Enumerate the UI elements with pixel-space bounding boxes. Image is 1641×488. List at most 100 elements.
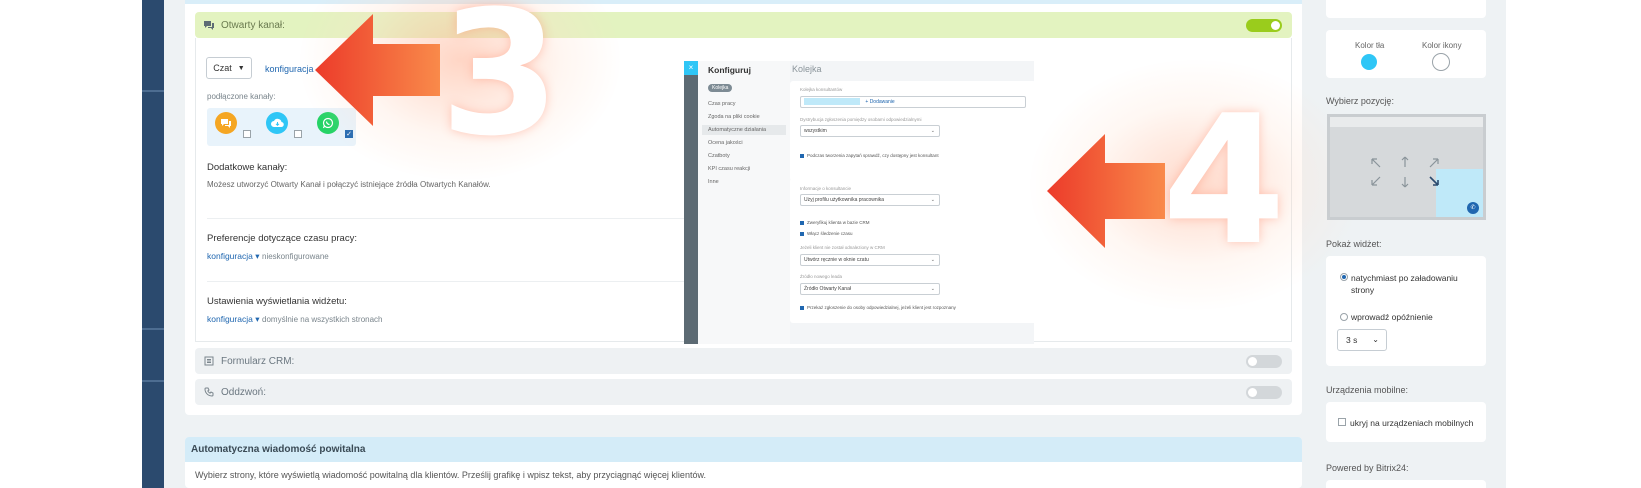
color-panel [1326, 30, 1486, 78]
inset-menu-title: Konfiguruj [708, 65, 751, 75]
inset-label: Kolejka konsultantów [800, 87, 843, 92]
inset-menu-item: Ocena jakości [708, 140, 743, 146]
connected-channels-box: ✓ [207, 108, 356, 146]
cloud-download-icon[interactable] [266, 112, 288, 134]
position-arrows-icon [1371, 156, 1439, 188]
inset-menu-item: KPI czasu reakcji [708, 166, 751, 172]
left-nav-strip [142, 0, 164, 488]
channel-checkbox[interactable] [243, 130, 251, 138]
inset-label: Informacje o konsultancie [800, 186, 852, 191]
mobile-hide-checkbox[interactable] [1338, 418, 1346, 426]
annotation-number-4: 4 [1162, 77, 1286, 284]
phone-icon [203, 386, 215, 398]
callback-toggle[interactable] [1246, 386, 1282, 399]
show-immediate-label: natychmiast po załadowaniu strony [1351, 273, 1458, 295]
toggle-knob [1248, 388, 1257, 397]
show-widget-label: Pokaż widżet: [1326, 239, 1382, 249]
open-channel-toggle[interactable] [1246, 19, 1282, 32]
inset-user-chip [804, 98, 860, 106]
delay-select[interactable]: 3 s ⌄ [1337, 329, 1387, 351]
work-hours-value: nieskonfigurowane [262, 252, 329, 261]
sidebar-panel-top [1326, 0, 1486, 18]
inset-left-bar: × [684, 61, 698, 344]
callback-title: Oddzwoń: [221, 386, 267, 398]
mobile-hide-label: ukryj na urządzeniach mobilnych [1350, 418, 1474, 428]
inset-queue-field: + Dodawanie [800, 96, 1026, 108]
extra-channels-desc: Możesz utworzyć Otwarty Kanał i połączyć… [207, 180, 491, 189]
widget-display-title: Ustawienia wyświetlania widżetu: [207, 296, 347, 307]
bg-color-swatch[interactable] [1361, 54, 1377, 70]
position-browser-bar [1330, 117, 1483, 127]
show-immediate-radio[interactable] [1340, 273, 1348, 281]
show-delay-radio[interactable] [1340, 313, 1348, 321]
powered-panel [1326, 480, 1486, 488]
chevron-down-icon: ⌄ [1372, 335, 1379, 344]
auto-message-desc: Wybierz strony, które wyświetlą wiadomoś… [195, 470, 706, 480]
inset-checkbox: Włącz śledzenie czasu [800, 231, 853, 236]
position-label: Wybierz pozycję: [1326, 96, 1394, 106]
open-channel-config-link[interactable]: konfiguracja [265, 64, 314, 74]
divider [207, 218, 685, 219]
delay-value: 3 s [1346, 335, 1358, 345]
work-hours-title: Preferencje dotyczące czasu pracy: [207, 233, 357, 244]
icon-color-label: Kolor ikony [1422, 41, 1462, 50]
powered-label: Powered by Bitrix24: [1326, 463, 1409, 473]
card-top-border [185, 0, 1302, 4]
inset-menu-item: Czatboty [708, 153, 730, 159]
toggle-knob [1248, 357, 1257, 366]
inset-label: Źródło nowego leada [800, 274, 843, 279]
inset-checkbox: Zweryfikuj klienta w bazie CRM [800, 220, 870, 225]
icon-color-swatch[interactable] [1432, 53, 1450, 71]
inset-select: Użyj profilu użytkownika pracownika ⌄ [800, 194, 940, 206]
inset-menu-item: Inne [708, 179, 719, 185]
chat-bubble-icon[interactable] [215, 112, 237, 134]
crm-form-toggle[interactable] [1246, 355, 1282, 368]
widget-display-value: domyślnie na wszystkich stronach [262, 315, 383, 324]
callback-header[interactable]: Oddzwoń: [195, 379, 1292, 405]
toggle-knob [1271, 21, 1280, 30]
open-channel-title: Otwarty kanał: [221, 19, 285, 31]
channel-checkbox[interactable] [294, 130, 302, 138]
inset-menu-item: Zgoda na pliki cookie [708, 114, 760, 120]
inset-menu-active: Kolejka [708, 84, 733, 92]
widget-phone-icon: ✆ [1467, 202, 1479, 214]
crm-form-header[interactable]: Formularz CRM: [195, 348, 1292, 374]
inset-menu-item: Czas pracy [708, 101, 736, 107]
inset-label: Dystrybucja zgłoszenia pomiędzy osobami … [800, 117, 922, 122]
nav-divider [142, 380, 164, 382]
widget-display-config-link[interactable]: konfiguracja ▾ [207, 314, 259, 325]
open-channel-header[interactable]: Otwarty kanał: [195, 12, 1292, 38]
channel-checkbox[interactable]: ✓ [345, 130, 353, 138]
divider [207, 281, 685, 282]
nav-divider [142, 90, 164, 92]
auto-message-title: Automatyczna wiadomość powitalna [185, 437, 1302, 462]
channel-type-select[interactable]: Czat ▼ [206, 57, 252, 79]
inset-select: wszystkim ⌄ [800, 125, 940, 137]
bg-color-label: Kolor tła [1355, 41, 1385, 50]
extra-channels-title: Dodatkowe kanały: [207, 162, 288, 173]
inset-select: Źródło Otwarty Kanał ⌄ [800, 283, 940, 295]
inset-header: Kolejka [792, 64, 822, 74]
inset-label: Jeżeli klient nie został odnaleziony w C… [800, 245, 885, 250]
chat-icon [203, 19, 215, 31]
inset-panel-info: Informacje o konsultancie Użyj profilu u… [790, 178, 1034, 323]
crm-form-title: Formularz CRM: [221, 355, 295, 367]
inset-add: + Dodawanie [865, 99, 895, 105]
connected-channels-label: podłączone kanały: [207, 92, 276, 101]
position-picker[interactable]: ✆ [1327, 114, 1486, 220]
work-hours-config-link[interactable]: konfiguracja ▾ [207, 251, 259, 262]
annotation-number-3: 3 [440, 0, 560, 174]
inset-select: Utwórz ręcznie w oknie czatu ⌄ [800, 254, 940, 266]
nav-divider [142, 328, 164, 330]
caret-down-icon: ▼ [237, 64, 245, 72]
whatsapp-icon[interactable] [317, 112, 339, 134]
inset-checkbox: Przekaż zgłoszenie do osoby odpowiedzial… [800, 305, 956, 310]
show-delay-label: wprowadź opóźnienie [1351, 312, 1433, 322]
inset-checkbox: Podczas tworzenia zapytań sprawdź, czy d… [800, 153, 939, 158]
close-icon: × [684, 61, 698, 75]
inset-menu: Konfiguruj Kolejka Czas pracy Zgoda na p… [698, 61, 790, 344]
channel-type-value: Czat [213, 63, 232, 73]
mobile-label: Urządzenia mobilne: [1326, 385, 1409, 395]
inset-menu-item: Automatyczne działania [708, 127, 767, 133]
inset-panel-queue: Kolejka konsultantów + Dodawanie Dystryb… [790, 81, 1034, 181]
